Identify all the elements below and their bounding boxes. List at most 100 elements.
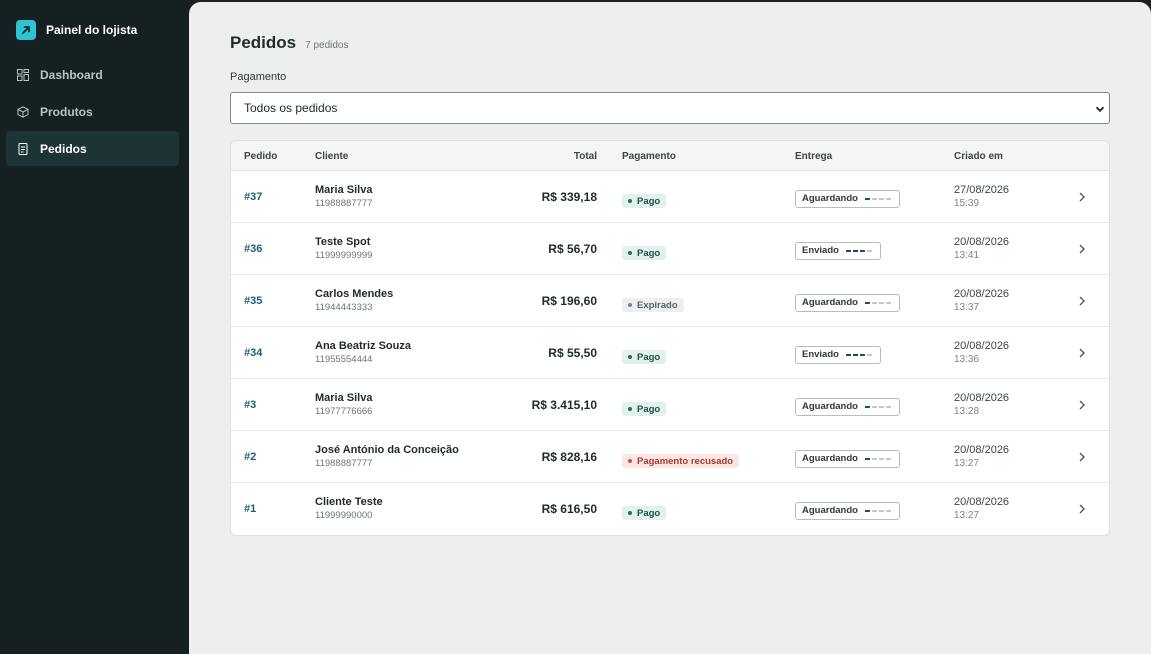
created-at-cell: 20/08/2026 13:41: [954, 235, 1009, 263]
payment-filter-select[interactable]: Todos os pedidos: [230, 92, 1110, 124]
payment-status-badge: Pago: [622, 506, 667, 520]
shipping-cell: Aguardando: [795, 396, 900, 416]
shipping-progress-icon: [864, 301, 893, 304]
created-time: 13:27: [954, 510, 980, 521]
chevron-right-icon[interactable]: [1077, 242, 1087, 260]
shipping-progress-icon: [864, 197, 893, 200]
sidebar-item-label: Produtos: [40, 104, 93, 119]
chevron-right-icon[interactable]: [1077, 294, 1087, 312]
header-pagamento: Pagamento: [622, 151, 676, 162]
sidebar-item-pedidos[interactable]: Pedidos: [6, 131, 179, 166]
payment-status-badge: Pago: [622, 402, 667, 416]
shipping-progress-icon: [864, 405, 893, 408]
chevron-right-icon[interactable]: [1077, 450, 1087, 468]
header-pedido: Pedido: [244, 151, 278, 162]
status-dot-icon: [628, 459, 632, 463]
status-dot-icon: [628, 407, 632, 411]
customer-phone: 11977776666: [315, 406, 373, 417]
shipping-cell: Enviado: [795, 240, 881, 260]
created-time: 13:41: [954, 250, 980, 261]
payment-cell: Pagamento recusado: [622, 450, 740, 468]
grid-icon: [16, 68, 30, 82]
payment-status-label: Pago: [637, 507, 661, 519]
created-time: 13:28: [954, 406, 980, 417]
created-at-cell: 20/08/2026 13:36: [954, 339, 1009, 367]
brand[interactable]: Painel do lojista: [16, 20, 137, 40]
shipping-status-badge: Enviado: [795, 345, 881, 364]
sidebar-item-produtos[interactable]: Produtos: [6, 94, 179, 129]
table-row[interactable]: #35 Carlos Mendes 11944443333 R$ 196,60 …: [231, 275, 1109, 327]
created-at-cell: 27/08/2026 15:39: [954, 183, 1009, 211]
customer-name: Teste Spot: [315, 236, 371, 248]
payment-cell: Pago: [622, 398, 667, 416]
header-criado: Criado em: [954, 151, 1003, 162]
order-id[interactable]: #2: [244, 451, 256, 463]
payment-status-badge: Pago: [622, 246, 667, 260]
order-id[interactable]: #35: [244, 295, 262, 307]
header-cliente: Cliente: [315, 151, 349, 162]
sidebar: Painel do lojista Dashboard Produtos Ped…: [0, 0, 189, 654]
shipping-progress-icon: [864, 457, 893, 460]
table-row[interactable]: #36 Teste Spot 11999999999 R$ 56,70 Pago…: [231, 223, 1109, 275]
customer-phone: 11999990000: [315, 510, 373, 521]
created-at-cell: 20/08/2026 13:27: [954, 495, 1009, 523]
created-date: 20/08/2026: [954, 444, 1010, 456]
chevron-right-icon[interactable]: [1077, 502, 1087, 520]
table-row[interactable]: #3 Maria Silva 11977776666 R$ 3.415,10 P…: [231, 379, 1109, 431]
payment-cell: Pago: [622, 242, 667, 260]
arrow-up-right-icon: [16, 20, 36, 40]
created-date: 20/08/2026: [954, 288, 1010, 300]
chevron-right-icon[interactable]: [1077, 398, 1087, 416]
chevron-right-icon[interactable]: [1077, 190, 1087, 208]
order-total: R$ 828,16: [541, 450, 597, 464]
page-title: Pedidos: [230, 33, 297, 52]
shipping-status-badge: Aguardando: [795, 449, 900, 468]
main-content: Pedidos 7 pedidos Pagamento Todos os ped…: [189, 2, 1151, 654]
sidebar-nav: Dashboard Produtos Pedidos: [6, 57, 179, 168]
order-id[interactable]: #1: [244, 503, 256, 515]
created-at-cell: 20/08/2026 13:37: [954, 287, 1009, 315]
payment-status-label: Pago: [637, 247, 661, 259]
order-id[interactable]: #37: [244, 191, 262, 203]
customer-cell: Carlos Mendes 11944443333: [315, 288, 393, 313]
orders-table: Pedido Cliente Total Pagamento Entrega C…: [230, 140, 1110, 536]
payment-status-badge: Pago: [622, 350, 667, 364]
shipping-status-badge: Aguardando: [795, 501, 900, 520]
table-row[interactable]: #1 Cliente Teste 11999990000 R$ 616,50 P…: [231, 483, 1109, 535]
payment-status-label: Pago: [637, 403, 661, 415]
created-time: 13:27: [954, 458, 980, 469]
status-dot-icon: [628, 199, 632, 203]
customer-cell: Teste Spot 11999999999: [315, 236, 372, 261]
customer-cell: Maria Silva 11977776666: [315, 392, 372, 417]
customer-cell: Cliente Teste 11999990000: [315, 496, 383, 521]
created-date: 20/08/2026: [954, 496, 1010, 508]
chevron-right-icon[interactable]: [1077, 346, 1087, 364]
shipping-status-label: Aguardando: [802, 193, 858, 204]
shipping-status-label: Aguardando: [802, 505, 858, 516]
sidebar-item-label: Dashboard: [40, 67, 103, 82]
shipping-status-label: Aguardando: [802, 453, 858, 464]
customer-name: Maria Silva: [315, 184, 373, 196]
customer-phone: 11955554444: [315, 354, 373, 365]
order-id[interactable]: #3: [244, 399, 256, 411]
payment-cell: Pago: [622, 190, 667, 208]
shipping-status-badge: Aguardando: [795, 189, 900, 208]
shipping-status-label: Enviado: [802, 245, 839, 256]
order-id[interactable]: #36: [244, 243, 262, 255]
payment-filter-value: Todos os pedidos: [244, 101, 338, 115]
customer-name: Ana Beatriz Souza: [315, 340, 411, 352]
table-row[interactable]: #2 José António da Conceição 11988887777…: [231, 431, 1109, 483]
table-row[interactable]: #34 Ana Beatriz Souza 11955554444 R$ 55,…: [231, 327, 1109, 379]
table-header: Pedido Cliente Total Pagamento Entrega C…: [231, 141, 1109, 171]
table-row[interactable]: #37 Maria Silva 11988887777 R$ 339,18 Pa…: [231, 171, 1109, 223]
payment-status-badge: Pagamento recusado: [622, 454, 740, 468]
sidebar-item-dashboard[interactable]: Dashboard: [6, 57, 179, 92]
payment-status-label: Pago: [637, 195, 661, 207]
status-dot-icon: [628, 511, 632, 515]
payment-filter-label: Pagamento: [230, 71, 287, 83]
created-date: 20/08/2026: [954, 392, 1010, 404]
created-time: 13:36: [954, 354, 980, 365]
shipping-progress-icon: [845, 249, 874, 252]
order-id[interactable]: #34: [244, 347, 262, 359]
page-header: Pedidos 7 pedidos: [230, 33, 349, 53]
